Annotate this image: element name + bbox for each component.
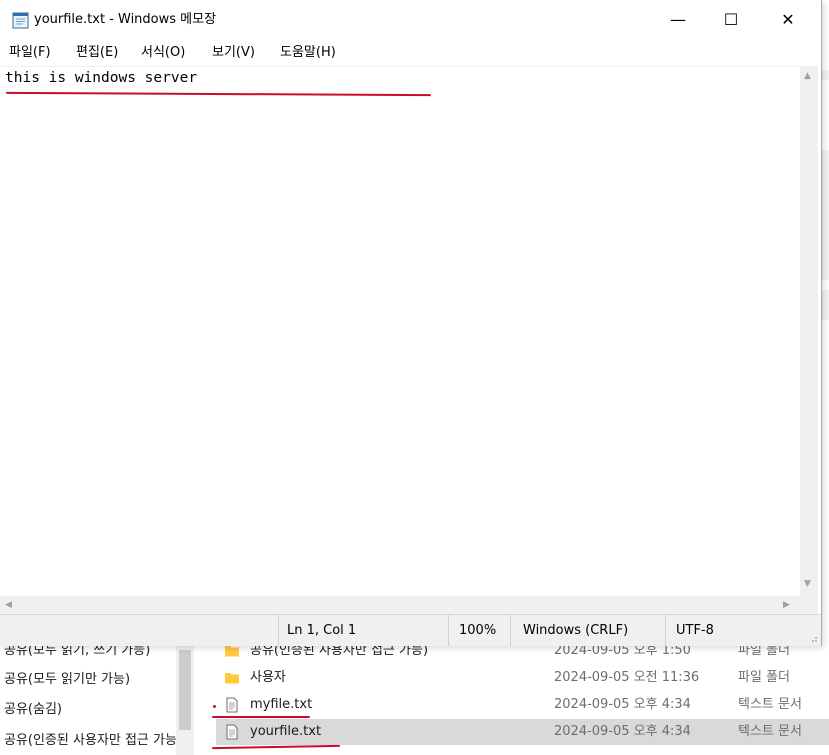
text-editor[interactable]: this is windows server <box>0 66 800 597</box>
scroll-left-icon[interactable]: ◀ <box>5 599 12 611</box>
status-cursor-position: Ln 1, Col 1 <box>278 615 448 646</box>
window-title: yourfile.txt - Windows 메모장 <box>34 12 217 27</box>
notepad-icon <box>12 12 29 29</box>
background-window-edge <box>822 290 829 320</box>
menu-bar: 파일(F) 편집(E) 서식(O) 보기(V) 도움말(H) <box>0 41 821 65</box>
zoom-text: 100% <box>459 623 497 638</box>
title-bar[interactable]: yourfile.txt - Windows 메모장 — ☐ ✕ <box>0 0 821 40</box>
close-icon: ✕ <box>781 10 795 29</box>
minimize-icon: — <box>670 10 686 29</box>
horizontal-scrollbar[interactable]: ◀ ▶ <box>0 596 800 614</box>
menu-edit[interactable]: 편집(E) <box>76 41 118 65</box>
status-encoding: UTF-8 <box>665 615 821 646</box>
notepad-window: yourfile.txt - Windows 메모장 — ☐ ✕ 파일(F) 편… <box>0 0 822 646</box>
file-date: 2024-09-05 오전 11:36 <box>554 670 700 685</box>
resize-grip-icon[interactable] <box>808 633 818 643</box>
file-name: 사용자 <box>250 670 286 685</box>
minimize-button[interactable]: — <box>650 0 706 40</box>
menu-format[interactable]: 서식(O) <box>141 41 185 65</box>
line-ending-text: Windows (CRLF) <box>523 623 629 638</box>
list-item[interactable]: myfile.txt 2024-09-05 오후 4:34 텍스트 문서 <box>216 692 829 718</box>
text-file-icon <box>226 724 238 740</box>
status-zoom: 100% <box>448 615 510 646</box>
nav-item-share-authenticated[interactable]: 공유(인증된 사용자만 접근 가능) <box>4 728 176 754</box>
annotation-underline <box>5 91 432 97</box>
navigation-pane: 공유(모두 읽기, 쓰기 가능) 공유(모두 읽기만 가능) 공유(숨김) 공유… <box>0 640 196 755</box>
file-name: myfile.txt <box>250 697 313 712</box>
menu-help[interactable]: 도움말(H) <box>280 41 336 65</box>
background-window-edge <box>822 150 829 280</box>
scroll-right-icon[interactable]: ▶ <box>783 599 790 611</box>
nav-item-share-hidden[interactable]: 공유(숨김) <box>4 697 176 723</box>
file-name: yourfile.txt <box>250 724 322 739</box>
scroll-down-icon[interactable]: ▼ <box>804 578 811 590</box>
menu-file[interactable]: 파일(F) <box>9 41 51 65</box>
vertical-scrollbar[interactable]: ▲ ▼ <box>800 66 818 596</box>
file-date: 2024-09-05 오후 4:34 <box>554 697 691 712</box>
list-item[interactable]: 사용자 2024-09-05 오전 11:36 파일 폴더 <box>216 665 829 691</box>
file-date: 2024-09-05 오후 4:34 <box>554 724 691 739</box>
annotation-underline <box>212 716 310 718</box>
status-line-ending: Windows (CRLF) <box>510 615 665 646</box>
maximize-icon: ☐ <box>723 10 739 29</box>
list-item-selected[interactable]: yourfile.txt 2024-09-05 오후 4:34 텍스트 문서 <box>216 719 829 745</box>
navigation-scrollbar[interactable] <box>176 640 194 755</box>
editor-content[interactable]: this is windows server <box>5 70 197 86</box>
scrollbar-corner <box>800 596 818 614</box>
annotation-dot <box>213 705 216 708</box>
folder-icon <box>225 673 239 684</box>
background-window-edge <box>822 70 829 80</box>
file-type: 텍스트 문서 <box>738 724 802 739</box>
cursor-position-text: Ln 1, Col 1 <box>287 623 357 638</box>
maximize-button[interactable]: ☐ <box>703 0 759 40</box>
encoding-text: UTF-8 <box>676 623 714 638</box>
scrollbar-thumb[interactable] <box>179 650 191 730</box>
close-button[interactable]: ✕ <box>760 0 816 40</box>
nav-item-share-readonly[interactable]: 공유(모두 읽기만 가능) <box>4 667 176 693</box>
text-file-icon <box>226 697 238 713</box>
menu-view[interactable]: 보기(V) <box>212 41 255 65</box>
file-list: 공유(인증된 사용자만 접근 가능) 2024-09-05 오후 1:50 파일… <box>200 640 829 755</box>
file-type: 텍스트 문서 <box>738 697 802 712</box>
file-type: 파일 폴더 <box>738 670 790 685</box>
scroll-up-icon[interactable]: ▲ <box>804 70 811 82</box>
status-bar: Ln 1, Col 1 100% Windows (CRLF) UTF-8 <box>0 614 821 646</box>
